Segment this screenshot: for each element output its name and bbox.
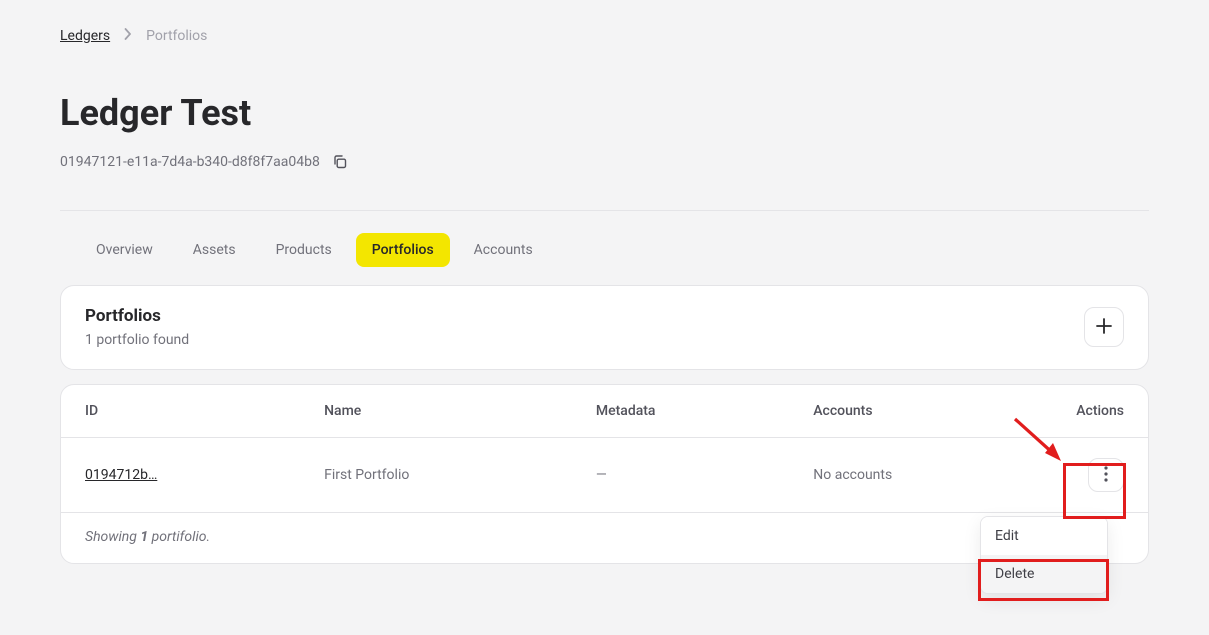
- tab-portfolios[interactable]: Portfolios: [356, 233, 450, 267]
- col-actions: Actions: [1028, 385, 1148, 438]
- breadcrumb-current: Portfolios: [146, 28, 207, 44]
- dots-vertical-icon: [1104, 466, 1108, 485]
- uuid-text: 01947121-e11a-7d4a-b340-d8f8f7aa04b8: [60, 154, 320, 170]
- tab-overview[interactable]: Overview: [80, 233, 169, 267]
- plus-icon: [1095, 317, 1113, 338]
- uuid-line: 01947121-e11a-7d4a-b340-d8f8f7aa04b8: [60, 152, 1149, 172]
- portfolios-table: ID Name Metadata Accounts Actions 019471…: [61, 385, 1148, 513]
- breadcrumb: Ledgers Portfolios: [60, 28, 1149, 44]
- footer-prefix: Showing: [85, 529, 140, 545]
- chevron-right-icon: [124, 28, 132, 44]
- panel-title: Portfolios: [85, 306, 189, 326]
- row-id-link[interactable]: 0194712b…: [85, 467, 157, 483]
- tab-accounts[interactable]: Accounts: [458, 233, 549, 267]
- add-portfolio-button[interactable]: [1084, 307, 1124, 347]
- footer-count: 1: [140, 529, 148, 545]
- table-row: 0194712b… First Portfolio — No accounts: [61, 438, 1148, 513]
- tabs: Overview Assets Products Portfolios Acco…: [60, 211, 1149, 285]
- row-name: First Portfolio: [300, 438, 572, 513]
- col-id: ID: [61, 385, 300, 438]
- row-metadata: —: [572, 438, 789, 513]
- page-title: Ledger Test: [60, 92, 1149, 134]
- breadcrumb-root-link[interactable]: Ledgers: [60, 28, 110, 44]
- portfolios-header-card: Portfolios 1 portfolio found: [60, 285, 1149, 370]
- row-actions-menu: Edit Delete: [980, 516, 1108, 594]
- menu-item-edit[interactable]: Edit: [981, 517, 1107, 555]
- tab-assets[interactable]: Assets: [177, 233, 252, 267]
- col-metadata: Metadata: [572, 385, 789, 438]
- copy-icon[interactable]: [330, 152, 350, 172]
- panel-subtitle: 1 portfolio found: [85, 332, 189, 348]
- row-actions-button[interactable]: [1088, 458, 1124, 492]
- tab-products[interactable]: Products: [260, 233, 348, 267]
- footer-suffix: portifolio.: [148, 529, 210, 545]
- row-accounts: No accounts: [789, 438, 1028, 513]
- col-accounts: Accounts: [789, 385, 1028, 438]
- menu-item-delete[interactable]: Delete: [981, 555, 1107, 593]
- col-name: Name: [300, 385, 572, 438]
